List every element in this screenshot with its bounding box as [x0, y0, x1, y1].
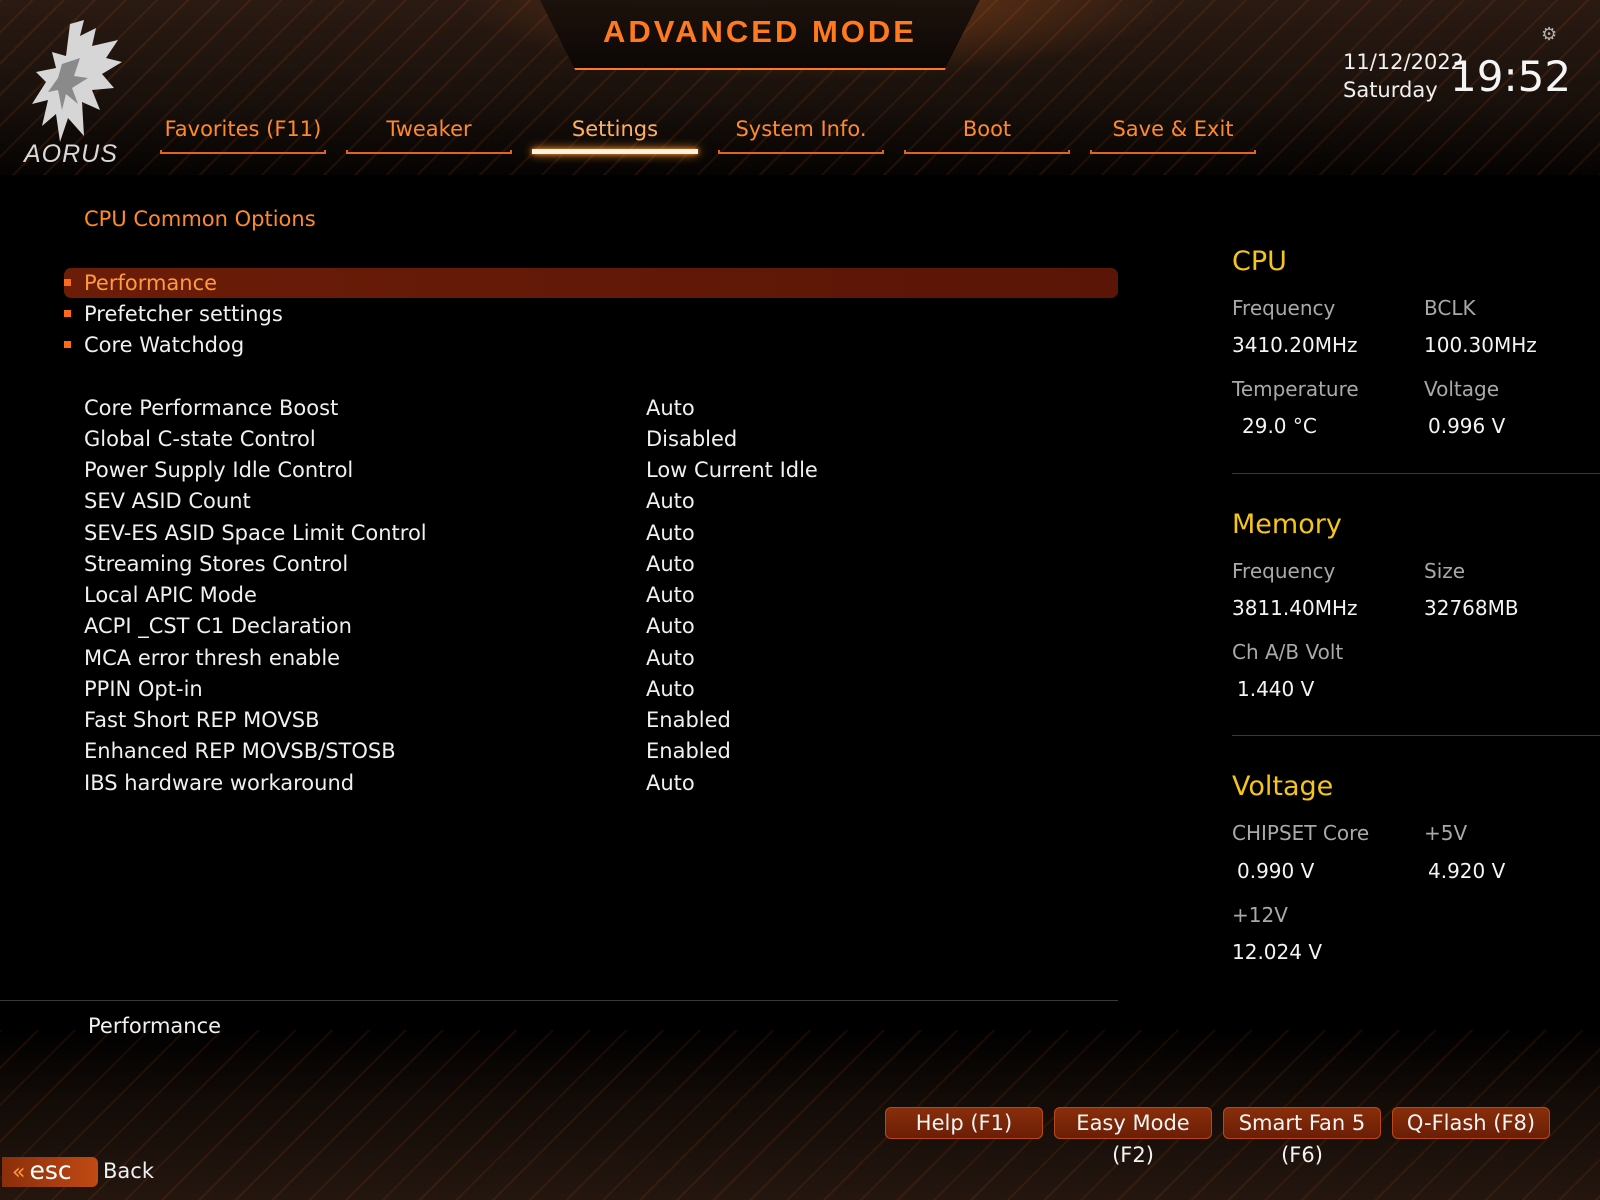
memory-volt-label: Ch A/B Volt [1232, 640, 1344, 664]
cpu-frequency-value: 3410.20MHz [1232, 333, 1358, 357]
help-divider [0, 1000, 1118, 1001]
option-ppin-opt-in[interactable]: PPIN Opt-in Auto [84, 674, 1118, 704]
option-label: SEV ASID Count [84, 489, 251, 513]
option-value[interactable]: Auto [646, 611, 695, 641]
chipset-core-value: 0.990 V [1237, 859, 1315, 883]
tab-tweaker[interactable]: Tweaker [346, 112, 512, 154]
option-sev-asid-count[interactable]: SEV ASID Count Auto [84, 486, 1118, 516]
option-value[interactable]: Auto [646, 393, 695, 423]
option-global-cstate-control[interactable]: Global C-state Control Disabled [84, 424, 1118, 454]
option-power-supply-idle-control[interactable]: Power Supply Idle Control Low Current Id… [84, 455, 1118, 485]
bullet-icon [64, 340, 71, 348]
option-label: Streaming Stores Control [84, 552, 349, 576]
option-fast-short-rep-movsb[interactable]: Fast Short REP MOVSB Enabled [84, 705, 1118, 735]
smart-fan-button[interactable]: Smart Fan 5 (F6) [1223, 1107, 1381, 1167]
option-value[interactable]: Disabled [646, 424, 737, 454]
cpu-voltage-value: 0.996 V [1428, 414, 1506, 438]
option-value[interactable]: Auto [646, 768, 695, 798]
option-label: MCA error thresh enable [84, 646, 341, 670]
cpu-bclk-label: BCLK [1424, 296, 1476, 320]
cpu-temperature-value: 29.0 °C [1242, 414, 1317, 438]
panel-divider [1232, 735, 1600, 736]
option-sev-es-asid-space-limit[interactable]: SEV-ES ASID Space Limit Control Auto [84, 518, 1118, 548]
help-button[interactable]: Help (F1) [885, 1107, 1043, 1139]
memory-heading: Memory [1232, 509, 1342, 540]
submenu-prefetcher-settings[interactable]: Prefetcher settings [64, 299, 1118, 329]
section-title: CPU Common Options [84, 207, 316, 231]
panel-divider [1232, 473, 1600, 474]
clock: 19:52 [1450, 52, 1572, 101]
option-value[interactable]: Auto [646, 643, 695, 673]
option-value[interactable]: Auto [646, 674, 695, 704]
tab-system-info[interactable]: System Info. [718, 112, 884, 154]
option-value[interactable]: Enabled [646, 736, 731, 766]
option-enhanced-rep-movsb-stosb[interactable]: Enhanced REP MOVSB/STOSB Enabled [84, 736, 1118, 766]
tab-save-exit[interactable]: Save & Exit [1090, 112, 1256, 154]
option-label: Core Performance Boost [84, 396, 339, 420]
option-label: IBS hardware workaround [84, 771, 355, 795]
memory-frequency-label: Frequency [1232, 559, 1336, 583]
v5-value: 4.920 V [1428, 859, 1506, 883]
mode-title: ADVANCED MODE [603, 14, 917, 49]
option-core-performance-boost[interactable]: Core Performance Boost Auto [84, 393, 1118, 423]
option-value[interactable]: Enabled [646, 705, 731, 735]
v12-label: +12V [1232, 903, 1288, 927]
memory-volt-value: 1.440 V [1237, 677, 1315, 701]
aorus-logo-text: AORUS [24, 140, 118, 168]
option-value[interactable]: Auto [646, 486, 695, 516]
submenu-label: Core Watchdog [84, 333, 245, 357]
option-value[interactable]: Low Current Idle [646, 455, 818, 485]
cpu-frequency-label: Frequency [1232, 296, 1336, 320]
cpu-voltage-label: Voltage [1424, 377, 1500, 401]
tab-boot[interactable]: Boot [904, 112, 1070, 154]
bullet-icon [64, 309, 71, 317]
double-chevron-left-icon: « [12, 1160, 26, 1185]
day-of-week: Saturday [1343, 78, 1438, 102]
option-label: Enhanced REP MOVSB/STOSB [84, 739, 396, 763]
submenu-label: Prefetcher settings [84, 302, 283, 326]
date: 11/12/2022 [1343, 50, 1465, 74]
option-mca-error-thresh-enable[interactable]: MCA error thresh enable Auto [84, 643, 1118, 673]
submenu-core-watchdog[interactable]: Core Watchdog [64, 330, 1118, 360]
easy-mode-button[interactable]: Easy Mode (F2) [1054, 1107, 1212, 1167]
v12-value: 12.024 V [1232, 940, 1323, 964]
option-value[interactable]: Auto [646, 518, 695, 548]
option-local-apic-mode[interactable]: Local APIC Mode Auto [84, 580, 1118, 610]
submenu-label: Performance [84, 271, 218, 295]
voltage-heading: Voltage [1232, 771, 1334, 802]
option-label: Global C-state Control [84, 427, 316, 451]
cpu-bclk-value: 100.30MHz [1424, 333, 1537, 357]
option-label: SEV-ES ASID Space Limit Control [84, 521, 427, 545]
option-label: Fast Short REP MOVSB [84, 708, 320, 732]
tab-favorites[interactable]: Favorites (F11) [160, 112, 326, 154]
memory-size-label: Size [1424, 559, 1466, 583]
option-label: PPIN Opt-in [84, 677, 203, 701]
cpu-heading: CPU [1232, 246, 1287, 277]
gear-icon[interactable]: ⚙ [1541, 24, 1557, 45]
option-label: ACPI _CST C1 Declaration [84, 614, 352, 638]
v5-label: +5V [1424, 821, 1468, 845]
help-description: Performance [88, 1014, 222, 1038]
bullet-icon [64, 278, 71, 286]
memory-size-value: 32768MB [1424, 596, 1519, 620]
option-label: Power Supply Idle Control [84, 458, 354, 482]
q-flash-button[interactable]: Q-Flash (F8) [1392, 1107, 1550, 1139]
back-label: Back [103, 1159, 154, 1183]
cpu-temperature-label: Temperature [1232, 377, 1359, 401]
option-label: Local APIC Mode [84, 583, 257, 607]
option-value[interactable]: Auto [646, 549, 695, 579]
option-streaming-stores-control[interactable]: Streaming Stores Control Auto [84, 549, 1118, 579]
submenu-performance[interactable]: Performance [64, 268, 1118, 298]
tab-settings[interactable]: Settings [532, 112, 698, 154]
option-value[interactable]: Auto [646, 580, 695, 610]
option-acpi-cst-c1-declaration[interactable]: ACPI _CST C1 Declaration Auto [84, 611, 1118, 641]
option-ibs-hardware-workaround[interactable]: IBS hardware workaround Auto [84, 768, 1118, 798]
esc-back-button[interactable]: «esc [2, 1157, 98, 1187]
memory-frequency-value: 3811.40MHz [1232, 596, 1358, 620]
esc-label: esc [29, 1156, 72, 1185]
chipset-core-label: CHIPSET Core [1232, 821, 1370, 845]
